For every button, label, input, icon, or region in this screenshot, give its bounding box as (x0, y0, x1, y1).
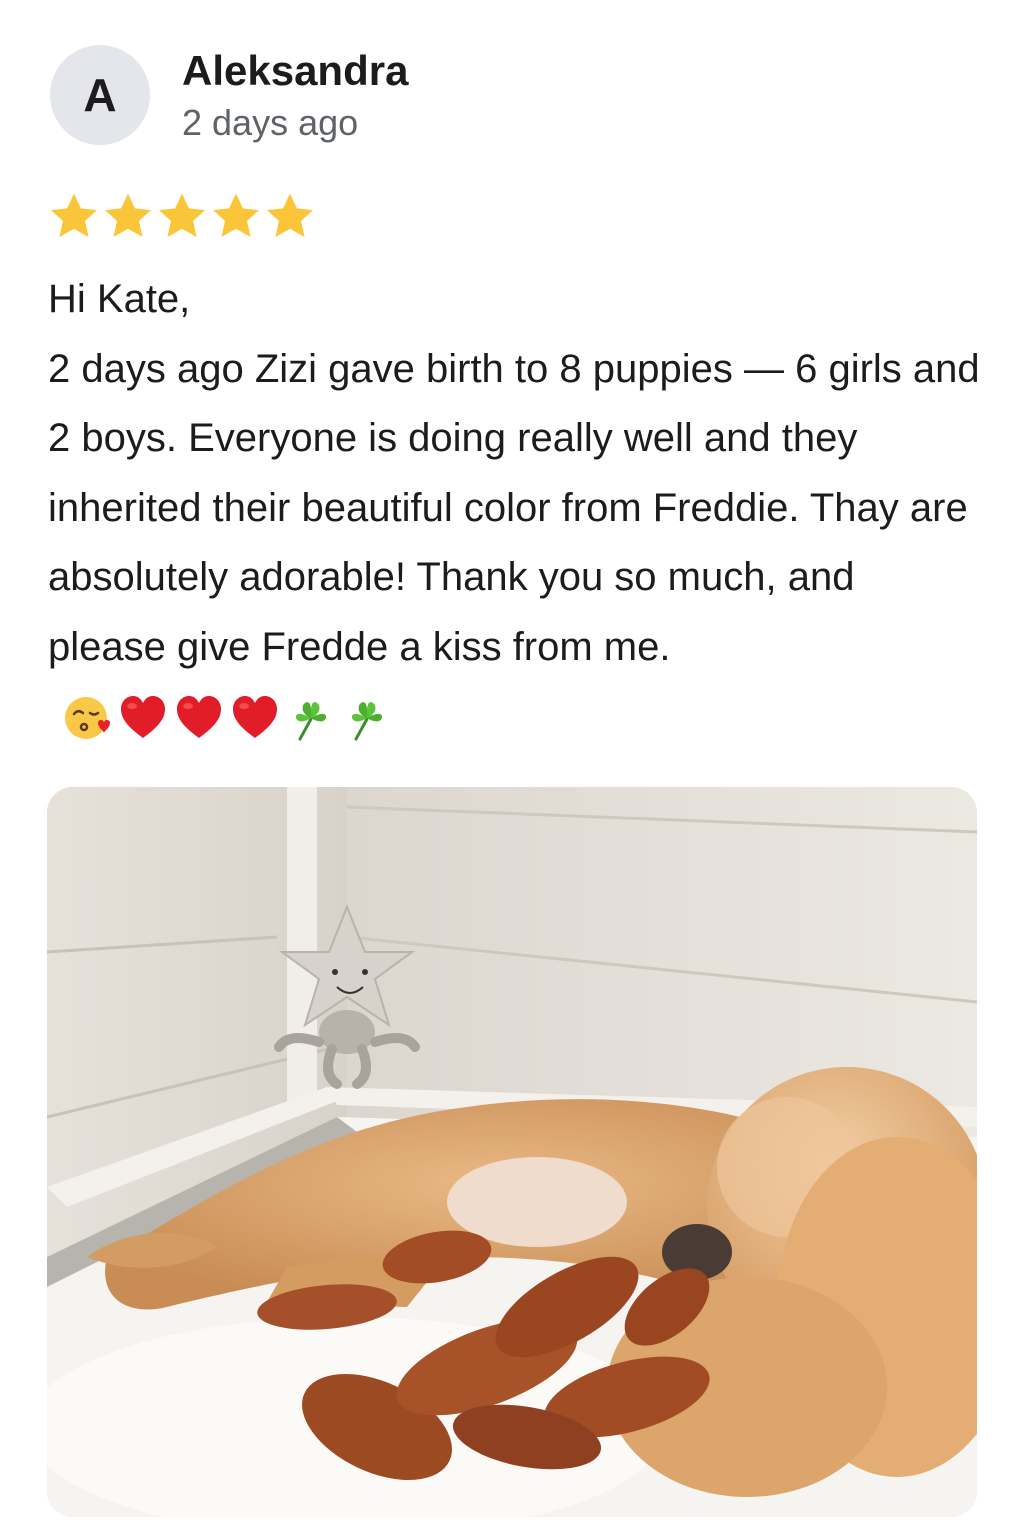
review-header: A Aleksandra 2 days ago (50, 45, 408, 145)
puppies-photo (47, 787, 977, 1517)
red-heart-icon (177, 696, 221, 739)
review-card: A Aleksandra 2 days ago Hi Kate, 2 days … (0, 0, 1024, 1536)
avatar[interactable]: A (50, 45, 150, 145)
star-icon (159, 193, 205, 238)
shamrock-icon (351, 702, 383, 741)
red-heart-icon (121, 696, 165, 739)
star-icon (51, 193, 97, 238)
red-heart-icon (233, 696, 277, 739)
kissing-face-with-heart-icon (65, 697, 110, 740)
shamrock-icon (295, 702, 327, 741)
emoji-row (62, 693, 392, 743)
review-photo[interactable] (47, 787, 977, 1517)
star-icon (267, 193, 313, 238)
review-body: Hi Kate, 2 days ago Zizi gave birth to 8… (48, 265, 983, 752)
star-icon (105, 193, 151, 238)
review-message: 2 days ago Zizi gave birth to 8 puppies … (48, 346, 980, 669)
avatar-initial: A (83, 69, 117, 121)
star-rating (48, 190, 316, 242)
review-message-wrap: 2 days ago Zizi gave birth to 8 puppies … (48, 335, 983, 752)
author-name[interactable]: Aleksandra (182, 45, 408, 97)
review-greeting: Hi Kate, (48, 277, 191, 321)
review-meta: Aleksandra 2 days ago (182, 45, 408, 145)
review-time: 2 days ago (182, 102, 359, 143)
star-icon (213, 193, 259, 238)
